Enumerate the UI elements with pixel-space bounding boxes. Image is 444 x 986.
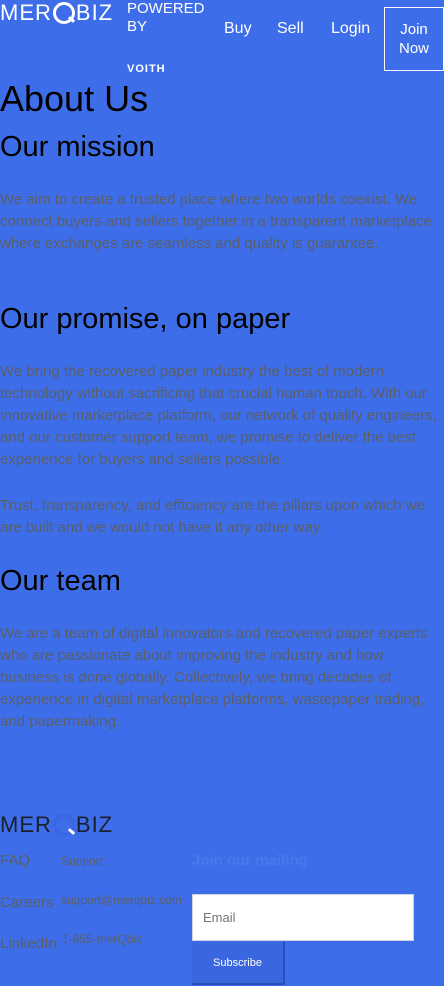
nav-sell-link[interactable]: Sell	[277, 20, 304, 38]
nav-login-link[interactable]: Login	[331, 20, 370, 38]
mailing-email-input[interactable]	[192, 894, 414, 941]
subscribe-button[interactable]: Subscribe	[192, 942, 285, 985]
footer-logo[interactable]: MER BIZ	[0, 812, 113, 838]
logo-text-right: BIZ	[75, 0, 114, 25]
header-logo[interactable]: MER BIZ	[0, 0, 113, 26]
powered-by-label: POWERED BY	[127, 0, 205, 35]
logo-q-icon	[52, 2, 75, 24]
footer-logo-q-icon	[52, 814, 75, 836]
footer-logo-text-right: BIZ	[75, 812, 114, 837]
join-now-button[interactable]: Join Now	[384, 7, 444, 71]
support-label: Support	[61, 854, 104, 868]
page-title: About Us	[0, 78, 149, 119]
footer-careers-link[interactable]: Careers	[0, 894, 53, 911]
mailing-heading: Join our mailing	[192, 852, 308, 869]
support-phone[interactable]: 1-855-merQbiz	[62, 932, 142, 946]
promise-heading: Our promise, on paper	[0, 303, 291, 335]
voith-logo: VOITH	[127, 63, 166, 75]
mission-heading: Our mission	[0, 131, 155, 163]
team-heading: Our team	[0, 565, 121, 597]
footer-linkedin-link[interactable]: LinkedIn	[0, 935, 57, 952]
mission-text: We aim to create a trusted place where t…	[0, 191, 432, 252]
logo-text-left: MER	[0, 0, 52, 25]
promise-text-2: Trust, transparency, and efficiency are …	[0, 497, 425, 536]
team-text: We are a team of digital innovators and …	[0, 625, 428, 730]
footer-logo-text-left: MER	[0, 812, 52, 837]
promise-text-1: We bring the recovered paper industry th…	[0, 363, 437, 468]
support-email-link[interactable]: support@merqbiz.com	[61, 893, 182, 907]
footer-faq-link[interactable]: FAQ	[0, 852, 30, 869]
nav-buy-link[interactable]: Buy	[224, 20, 252, 38]
